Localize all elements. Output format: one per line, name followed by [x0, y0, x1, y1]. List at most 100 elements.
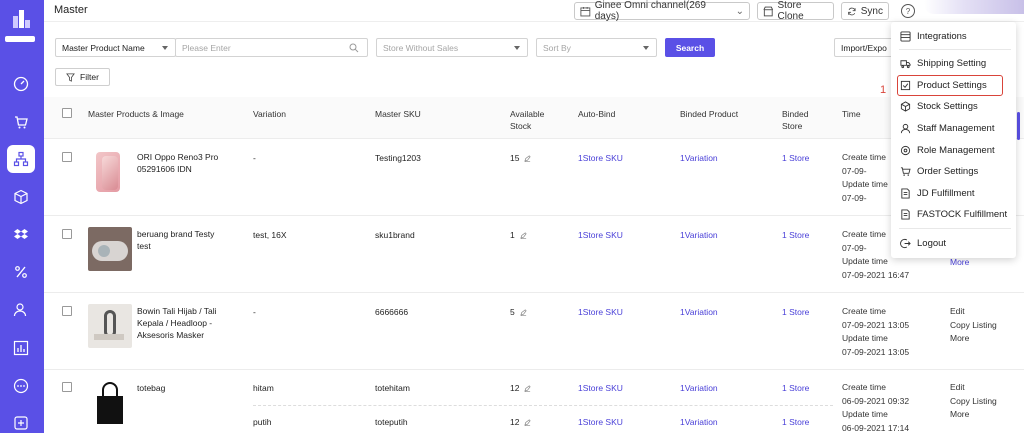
caret-down-icon [514, 46, 520, 50]
more-link[interactable]: More [950, 408, 997, 422]
stock-cell: 15 [510, 152, 532, 164]
cart-icon[interactable] [7, 108, 35, 136]
autobind-link[interactable]: 1Store SKU [578, 306, 623, 318]
chat-icon[interactable] [7, 372, 35, 400]
users-icon[interactable] [7, 296, 35, 324]
help-icon[interactable]: ? [901, 4, 915, 18]
autobind-link[interactable]: 1Store SKU [578, 382, 623, 394]
search-input[interactable]: Please Enter [175, 38, 368, 57]
menu-item-staff-management[interactable]: Staff Management [891, 118, 1016, 138]
menu-item-logout[interactable]: Logout [891, 233, 1016, 253]
row-checkbox[interactable] [62, 152, 72, 162]
channel-select[interactable]: Ginee Omni channel(269 days) ⌄ [574, 0, 750, 22]
menu-item-integrations[interactable]: Integrations [891, 26, 1016, 46]
product-name[interactable]: totebag [137, 382, 165, 394]
order-icon [900, 166, 911, 176]
menu-item-label: Product Settings [917, 80, 987, 91]
add-icon[interactable] [7, 409, 35, 433]
binded-store-link[interactable]: 1 Store [782, 416, 809, 428]
select-all-checkbox[interactable] [62, 108, 72, 118]
variation-value: putih [253, 417, 272, 427]
time-cell: Create time 07-09- Update time 07-09- [842, 152, 888, 203]
autobind-link[interactable]: 1Store SKU [578, 229, 623, 241]
edit-pencil-icon[interactable] [520, 309, 527, 316]
sync-button[interactable]: Sync [841, 2, 889, 20]
caret-down-icon [162, 46, 168, 50]
variation-value: hitam [253, 383, 274, 393]
edit-pencil-icon[interactable] [524, 385, 532, 392]
stock-value: 12 [510, 383, 520, 393]
product-name[interactable]: beruang brand Testy test [137, 228, 227, 252]
variation-value: - [253, 307, 256, 317]
menu-divider [899, 228, 1011, 229]
cube-icon [900, 100, 911, 112]
page-title: Master [54, 4, 88, 16]
percent-icon[interactable] [7, 258, 35, 286]
search-placeholder: Please Enter [182, 42, 231, 53]
menu-item-stock-settings[interactable]: Stock Settings [891, 96, 1016, 116]
bar-chart-icon[interactable] [7, 334, 35, 362]
product-name[interactable]: Bowin Tali Hijab / Tali Kepala / Headloo… [137, 305, 232, 341]
product-hierarchy-icon[interactable] [7, 145, 35, 173]
stock-value: 12 [510, 417, 520, 427]
sidebar [0, 0, 44, 433]
autobind-link[interactable]: 1Store SKU [578, 152, 623, 164]
edit-pencil-icon[interactable] [524, 419, 532, 426]
import-export-label: Import/Expo [841, 42, 887, 53]
channel-select-value: Ginee Omni channel(269 days) [594, 0, 706, 22]
row-checkbox[interactable] [62, 382, 72, 392]
col-header-product: Master Products & Image [88, 109, 184, 119]
binded-store-link[interactable]: 1 Store [782, 382, 809, 394]
stock-cell: 12 [510, 382, 532, 394]
app-logo [5, 6, 35, 42]
dashboard-icon[interactable] [7, 70, 35, 98]
edit-link[interactable]: Edit [950, 381, 997, 395]
stock-cell: 5 [510, 306, 527, 318]
menu-item-jd-fulfillment[interactable]: JD Fulfillment [891, 183, 1016, 203]
scrollbar-thumb[interactable] [1017, 112, 1020, 140]
store-clone-button[interactable]: Store Clone [757, 0, 834, 22]
binded-store-link[interactable]: 1 Store [782, 306, 809, 318]
copy-listing-link[interactable]: Copy Listing [950, 395, 997, 409]
menu-item-role-management[interactable]: Role Management [891, 140, 1016, 160]
binded-store-link[interactable]: 1 Store [782, 229, 809, 241]
row-checkbox[interactable] [62, 229, 72, 239]
field-select[interactable]: Master Product Name [55, 38, 176, 57]
more-link[interactable]: More [950, 332, 997, 346]
store-filter-select[interactable]: Store Without Sales [376, 38, 528, 57]
menu-item-product-settings[interactable]: Product Settings [897, 75, 1003, 96]
row-actions: Edit Copy Listing More [950, 381, 997, 422]
search-icon [349, 43, 359, 53]
col-header-sku: Master SKU [375, 109, 421, 119]
search-button[interactable]: Search [665, 38, 715, 57]
binded-store-link[interactable]: 1 Store [782, 152, 809, 164]
binded-product-link[interactable]: 1Variation [680, 229, 718, 241]
binded-product-link[interactable]: 1Variation [680, 152, 718, 164]
row-actions: Edit Copy Listing More [950, 305, 997, 346]
chevron-down-icon: ⌄ [735, 5, 744, 17]
edit-link[interactable]: Edit [950, 305, 997, 319]
row-checkbox[interactable] [62, 306, 72, 316]
copy-listing-link[interactable]: Copy Listing [950, 319, 997, 333]
binded-product-link[interactable]: 1Variation [680, 306, 718, 318]
sort-select[interactable]: Sort By [536, 38, 657, 57]
import-export-button[interactable]: Import/Expo [834, 38, 894, 57]
time-cell: Create time 07-09-2021 13:05 Update time 0… [842, 306, 910, 357]
binded-product-link[interactable]: 1Variation [680, 382, 718, 394]
filter-button[interactable]: Filter [55, 68, 110, 86]
menu-item-shipping-setting[interactable]: Shipping Setting [891, 53, 1016, 73]
product-name[interactable]: ORI Oppo Reno3 Pro 05291606 IDN [137, 151, 237, 175]
dropbox-icon[interactable] [7, 221, 35, 249]
autobind-link[interactable]: 1Store SKU [578, 416, 623, 428]
binded-product-link[interactable]: 1Variation [680, 416, 718, 428]
edit-pencil-icon[interactable] [520, 232, 527, 239]
box-icon[interactable] [7, 183, 35, 211]
menu-item-label: FASTOCK Fulfillment [917, 208, 1008, 220]
top-header: Master Ginee Omni channel(269 days) ⌄ St… [44, 0, 1024, 22]
product-image [88, 227, 132, 271]
col-header-stock: Available Stock [510, 109, 545, 131]
settings-dropdown-menu: Integrations Shipping Setting Product Se… [891, 22, 1016, 258]
menu-item-order-settings[interactable]: Order Settings [891, 161, 1016, 181]
menu-item-fastock-fulfillment[interactable]: FASTOCK Fulfillment [891, 204, 1016, 224]
edit-pencil-icon[interactable] [524, 155, 532, 162]
